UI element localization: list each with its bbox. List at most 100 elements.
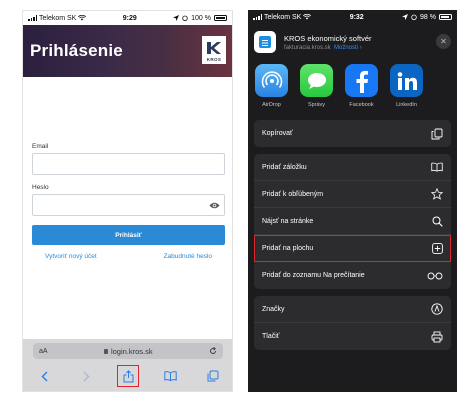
close-icon: ✕ (440, 37, 447, 46)
battery-percent: 100 % (191, 14, 211, 22)
password-field[interactable] (32, 194, 225, 216)
shared-page-title: KROS ekonomický softvér (284, 33, 372, 43)
create-account-link[interactable]: Vytvoriť nový účet (45, 253, 97, 260)
location-icon (402, 14, 409, 20)
safari-toolbar (23, 364, 232, 388)
wifi-icon (303, 14, 312, 20)
share-sheet-header: KROS ekonomický softvér fakturacia.kros.… (248, 24, 457, 60)
messages-icon (300, 64, 333, 97)
share-header-text: KROS ekonomický softvér fakturacia.kros.… (284, 34, 372, 51)
action-markup[interactable]: Značky (254, 296, 451, 323)
action-label: Nájsť na stránke (262, 217, 314, 225)
close-button[interactable]: ✕ (436, 34, 451, 49)
book-icon (164, 371, 177, 381)
glasses-icon (427, 270, 443, 282)
airdrop-icon (255, 64, 288, 97)
battery-percent: 98 % (420, 13, 436, 21)
show-password-icon[interactable] (209, 201, 220, 210)
action-label: Pridať do zoznamu Na prečítanie (262, 272, 365, 279)
carrier-name: Telekom SK (264, 13, 302, 21)
action-print[interactable]: Tlačiť (254, 323, 451, 350)
share-app-messages[interactable]: Správy (299, 64, 334, 120)
action-group-copy: Kopírovať (254, 120, 451, 147)
url-text: login.kros.sk (110, 346, 153, 356)
lock-icon (103, 348, 108, 354)
chevron-right-icon (83, 371, 90, 381)
text-size-button[interactable]: aA (39, 348, 48, 355)
search-icon (431, 215, 443, 227)
url-display: login.kros.sk (103, 346, 153, 356)
signal-icon (28, 15, 37, 21)
tabs-icon (207, 370, 219, 382)
document-lines-icon (262, 40, 268, 46)
screenshot-root: Telekom SK 9:29 100 % Prihlásenie KROS E… (0, 0, 467, 403)
status-right: 100 % (173, 15, 227, 22)
add-square-icon (431, 242, 443, 254)
action-add-bookmark[interactable]: Pridať záložku (254, 154, 451, 181)
forgot-password-link[interactable]: Zabudnuté heslo (164, 253, 212, 260)
chevron-left-icon (41, 371, 48, 381)
password-label: Heslo (32, 184, 49, 191)
action-group-main: Pridať záložku Pridať k obľúbeným Nájsť … (254, 154, 451, 289)
action-label: Pridať na plochu (262, 244, 314, 252)
app-label: Správy (307, 102, 326, 108)
address-bar[interactable]: aA login.kros.sk (33, 343, 223, 359)
action-label: Pridať k obľúbeným (262, 190, 324, 198)
alarm-icon (411, 14, 417, 20)
copy-icon (431, 128, 443, 140)
form-links: Vytvoriť nový účet Zabudnuté heslo (32, 253, 225, 260)
bookmark-icon (431, 161, 443, 173)
alarm-icon (182, 15, 188, 21)
reload-icon[interactable] (209, 347, 217, 355)
email-field[interactable] (32, 153, 225, 175)
star-icon (431, 188, 443, 200)
tabs-button[interactable] (203, 366, 223, 386)
bookmarks-button[interactable] (161, 366, 181, 386)
kros-logo-icon (207, 42, 221, 54)
share-icon (123, 369, 134, 382)
options-link[interactable]: Možnosti › (334, 45, 362, 51)
action-add-to-home-screen[interactable]: Pridať na plochu (254, 235, 451, 262)
shared-domain: fakturacia.kros.sk (284, 44, 331, 51)
login-form: Email Heslo Prihlásiť Vytvoriť nový účet… (32, 143, 225, 260)
app-label: LinkedIn (396, 102, 417, 108)
share-button[interactable] (117, 365, 140, 387)
page-title: Prihlásenie (30, 41, 123, 60)
login-button[interactable]: Prihlásiť (32, 225, 225, 245)
linkedin-icon (390, 64, 423, 97)
battery-icon (439, 14, 452, 20)
share-app-linkedin[interactable]: LinkedIn (389, 64, 424, 120)
status-right: 98 % (402, 14, 452, 21)
kros-logo: KROS (202, 36, 226, 64)
share-app-facebook[interactable]: Facebook (344, 64, 379, 120)
safari-bottom-bar: aA login.kros.sk (23, 339, 232, 391)
status-bar: Telekom SK 9:32 98 % (248, 10, 457, 24)
action-copy[interactable]: Kopírovať (254, 120, 451, 147)
carrier-info: Telekom SK (253, 13, 312, 21)
logo-text: KROS (206, 57, 222, 62)
clock: 9:32 (349, 13, 364, 21)
action-add-favorites[interactable]: Pridať k obľúbeným (254, 181, 451, 208)
facebook-icon (345, 64, 378, 97)
markup-icon (431, 303, 443, 315)
action-label: Značky (262, 305, 285, 313)
signal-icon (253, 14, 262, 20)
shared-page-subtitle: fakturacia.kros.sk Možnosti › (284, 45, 372, 51)
carrier-info: Telekom SK (28, 14, 87, 22)
action-group-extra: Značky Tlačiť (254, 296, 451, 350)
share-app-airdrop[interactable]: AirDrop (254, 64, 289, 120)
action-label: Tlačiť (262, 333, 280, 340)
share-apps-row: AirDrop Správy Facebook LinkedIn (248, 60, 457, 120)
action-add-reading-list[interactable]: Pridať do zoznamu Na prečítanie (254, 262, 451, 289)
back-button[interactable] (34, 366, 54, 386)
carrier-name: Telekom SK (39, 14, 77, 22)
battery-icon (213, 15, 227, 21)
forward-button[interactable] (76, 366, 96, 386)
status-bar: Telekom SK 9:29 100 % (23, 11, 232, 25)
login-phone-screen: Telekom SK 9:29 100 % Prihlásenie KROS E… (22, 10, 233, 392)
print-icon (431, 331, 443, 343)
wifi-icon (78, 15, 87, 21)
action-find-on-page[interactable]: Nájsť na stránke (254, 208, 451, 235)
action-label: Pridať záložku (262, 163, 307, 171)
app-label: Facebook (349, 102, 374, 108)
